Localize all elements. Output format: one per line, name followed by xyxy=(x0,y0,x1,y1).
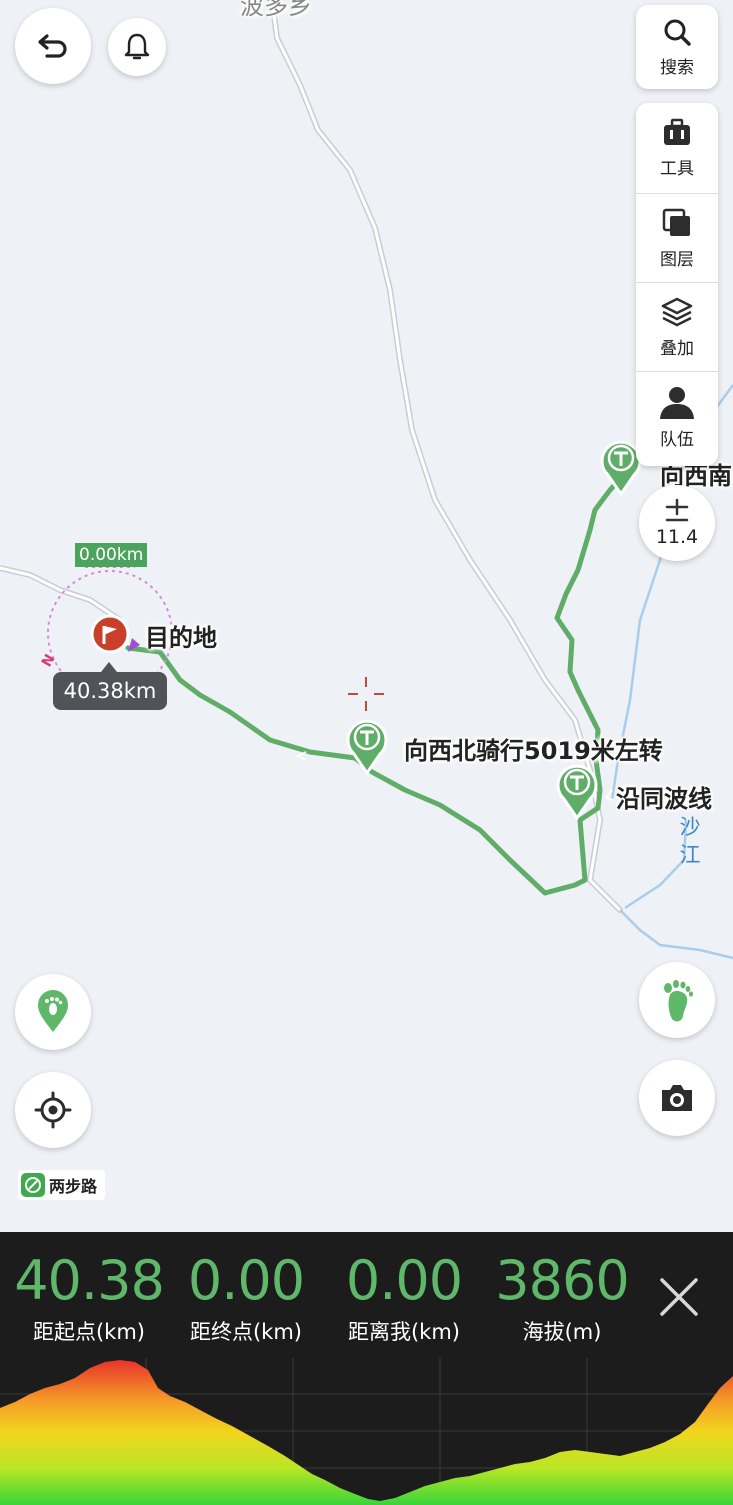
map-tools-panel: 工具 图层 叠加 队伍 xyxy=(636,103,718,466)
instruction-label-2: 沿同波线 xyxy=(616,785,712,813)
brand-logo: 两步路 xyxy=(18,1170,106,1200)
stat-to-end: 0.00 距终点(km) xyxy=(171,1232,321,1346)
back-button[interactable] xyxy=(15,8,91,84)
stat-from-me-label: 距离我(km) xyxy=(347,1320,460,1344)
track-stats-bar: 40.38 距起点(km) 0.00 距终点(km) 0.00 距离我(km) … xyxy=(0,1232,733,1358)
close-icon[interactable] xyxy=(654,1272,704,1322)
brand-name: 两步路 xyxy=(49,1177,98,1196)
scale-distance-badge: 0.00km xyxy=(75,543,148,567)
search-panel[interactable]: 搜索 xyxy=(636,5,718,89)
camera-icon xyxy=(662,1085,692,1111)
footprint-button[interactable] xyxy=(639,962,715,1038)
search-button[interactable]: 搜索 xyxy=(636,5,718,89)
overlay-label: 叠加 xyxy=(660,338,694,359)
marker-distance-badge: 40.38km xyxy=(53,662,167,710)
stat-from-start: 40.38 距起点(km) xyxy=(14,1232,165,1346)
crosshair-icon xyxy=(34,1091,72,1129)
search-label: 搜索 xyxy=(660,57,694,78)
camera-button[interactable] xyxy=(639,1060,715,1136)
stat-from-start-label: 距起点(km) xyxy=(32,1320,145,1344)
zoom-level: 11.4 xyxy=(655,526,699,548)
notification-button[interactable] xyxy=(108,18,166,76)
stat-to-end-value: 0.00 xyxy=(187,1249,305,1312)
plus-minus-icon xyxy=(665,498,689,522)
stat-to-end-label: 距终点(km) xyxy=(189,1320,302,1344)
destination-label: 目的地 xyxy=(145,624,217,652)
footprint-location-icon xyxy=(38,990,68,1032)
leaf-logo-icon xyxy=(21,1173,45,1197)
team-button[interactable]: 队伍 xyxy=(636,372,718,462)
search-icon xyxy=(664,19,691,46)
zoom-button[interactable]: 11.4 xyxy=(639,485,715,561)
map-canvas[interactable]: N xyxy=(0,0,733,1232)
tools-button[interactable]: 工具 xyxy=(636,103,718,194)
stat-from-me: 0.00 距离我(km) xyxy=(329,1232,479,1346)
back-arrow-icon xyxy=(38,34,67,58)
instruction-label-1: 向西北骑行5019米左转 xyxy=(404,737,663,765)
tools-label: 工具 xyxy=(660,158,694,179)
footprint-icon xyxy=(664,980,693,1022)
stat-from-start-value: 40.38 xyxy=(14,1249,165,1312)
stat-altitude-label: 海拔(m) xyxy=(522,1320,602,1344)
stat-from-me-value: 0.00 xyxy=(345,1249,463,1312)
stat-altitude-value: 3860 xyxy=(495,1249,629,1312)
track-record-button[interactable] xyxy=(15,974,91,1050)
layers-icon xyxy=(662,208,690,236)
locate-me-button[interactable] xyxy=(15,1072,91,1148)
river-label: 沙江 xyxy=(679,815,701,867)
overlay-button[interactable]: 叠加 xyxy=(636,283,718,372)
stat-altitude: 3860 海拔(m) xyxy=(487,1232,637,1346)
place-name: 波多乡 xyxy=(240,0,312,20)
toolbox-icon xyxy=(664,118,690,145)
bell-icon xyxy=(124,33,150,60)
elevation-profile[interactable] xyxy=(0,1358,733,1505)
person-icon xyxy=(660,386,694,419)
layers-label: 图层 xyxy=(660,249,694,270)
team-label: 队伍 xyxy=(660,429,694,450)
stack-icon xyxy=(661,297,693,326)
layers-button[interactable]: 图层 xyxy=(636,194,718,283)
